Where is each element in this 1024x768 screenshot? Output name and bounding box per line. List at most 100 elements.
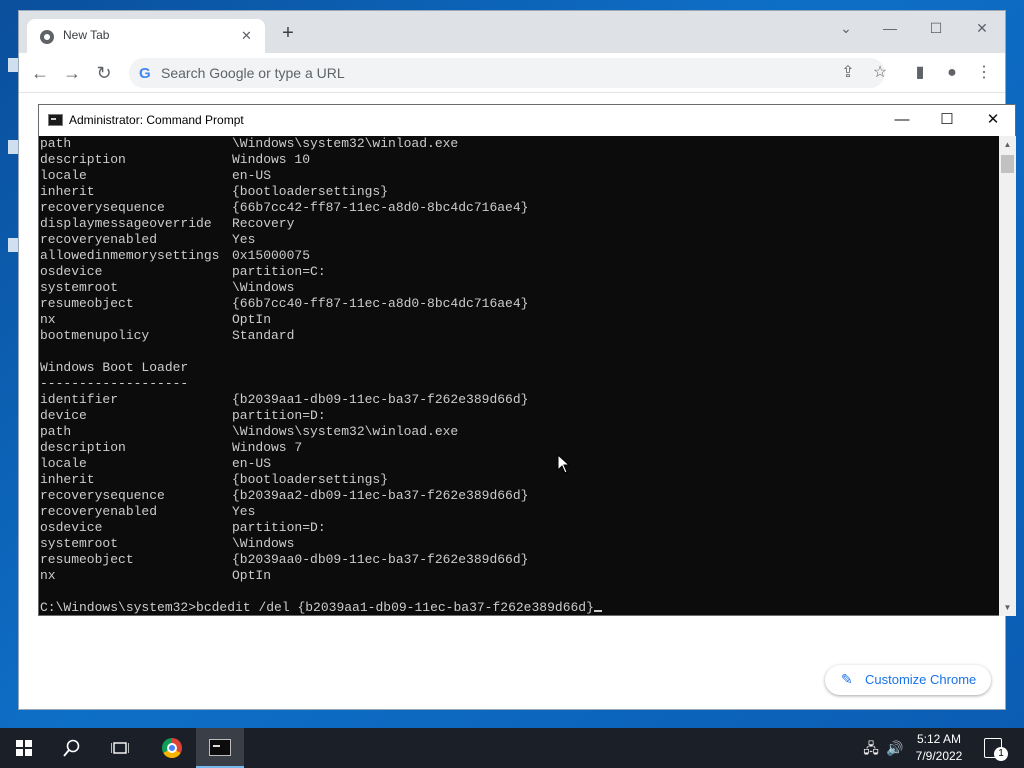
console-key: systemroot: [40, 280, 119, 295]
console-line: locale en-US: [40, 168, 998, 184]
start-button[interactable]: [0, 728, 48, 768]
console-line: displaymessageoverride Recovery: [40, 216, 998, 232]
console-value: {b2039aa0-db09-11ec-ba37-f262e389d66d}: [232, 552, 529, 567]
taskbar-clock[interactable]: 5:12 AM 7/9/2022: [908, 731, 970, 765]
console-key: resumeobject: [40, 296, 134, 311]
new-tab-button[interactable]: +: [277, 23, 299, 45]
volume-icon[interactable]: 🔊: [884, 728, 906, 768]
text-cursor: [593, 610, 602, 612]
console-value: Windows 7: [232, 440, 303, 455]
console-key: osdevice: [40, 520, 103, 535]
console-value: partition=C:: [232, 264, 326, 279]
customize-chrome-label: Customize Chrome: [865, 672, 977, 687]
notification-count-badge: 1: [994, 747, 1008, 761]
cmd-title-bar[interactable]: Administrator: Command Prompt — ☐ ✕: [39, 105, 1015, 136]
tab-close-icon[interactable]: ✕: [241, 28, 252, 44]
tab-title: New Tab: [63, 28, 110, 42]
console-key: resumeobject: [40, 552, 134, 567]
chrome-tab-bar: New Tab ✕ + ⌄ — ☐ ✕: [19, 11, 1005, 53]
cmd-maximize-button[interactable]: ☐: [932, 109, 962, 131]
chrome-icon: [162, 738, 182, 758]
console-value: Windows 10: [232, 152, 311, 167]
back-arrow-icon[interactable]: ←: [29, 62, 51, 84]
console-key: path: [40, 136, 72, 151]
command-prompt-text: C:\Windows\system32>: [40, 600, 197, 615]
console-line: osdevice partition=C:: [40, 264, 998, 280]
console-line: inherit {bootloadersettings}: [40, 184, 998, 200]
profile-avatar-icon[interactable]: ●: [941, 62, 963, 84]
command-prompt-icon: [209, 739, 231, 756]
windows-start-icon: [16, 740, 32, 756]
google-g-icon: G: [139, 65, 151, 82]
console-line: resumeobject {b2039aa0-db09-11ec-ba37-f26…: [40, 552, 998, 568]
cmd-close-button[interactable]: ✕: [978, 109, 1008, 131]
chrome-favicon-icon: [40, 30, 54, 44]
console-value: {66b7cc42-ff87-11ec-a8d0-8bc4dc716ae4}: [232, 200, 529, 215]
bookmark-star-icon[interactable]: ☆: [869, 62, 891, 84]
console-value: \Windows\system32\winload.exe: [232, 136, 459, 151]
console-value: Yes: [232, 504, 256, 519]
task-view-button[interactable]: [96, 728, 144, 768]
console-value: {bootloadersettings}: [232, 472, 389, 487]
scroll-down-icon[interactable]: ▼: [999, 599, 1016, 616]
typed-command[interactable]: bcdedit /del {b2039aa1-db09-11ec-ba37-f2…: [196, 600, 594, 615]
console-value: en-US: [232, 168, 272, 183]
cmd-minimize-button[interactable]: —: [887, 109, 917, 131]
console-value: Yes: [232, 232, 256, 247]
close-button[interactable]: ✕: [967, 17, 997, 39]
console-value: partition=D:: [232, 520, 326, 535]
customize-chrome-button[interactable]: ✎ Customize Chrome: [825, 665, 991, 695]
console-value: {bootloadersettings}: [232, 184, 389, 199]
console-key: -------------------: [40, 376, 189, 391]
console-value: {66b7cc40-ff87-11ec-a8d0-8bc4dc716ae4}: [232, 296, 529, 311]
desktop-icon-fragment[interactable]: [8, 238, 18, 252]
console-line: recoverysequence {66b7cc42-ff87-11ec-a8d0…: [40, 200, 998, 216]
network-icon[interactable]: 🖧: [860, 728, 882, 768]
scroll-thumb[interactable]: [1001, 155, 1014, 173]
console-line: Windows Boot Loader: [40, 360, 998, 376]
console-line: -------------------: [40, 376, 998, 392]
cmd-scrollbar[interactable]: ▲ ▼: [999, 136, 1016, 616]
share-icon[interactable]: ⇪: [837, 62, 859, 84]
tab-new-tab[interactable]: New Tab ✕: [27, 19, 265, 53]
console-line: nx OptIn: [40, 568, 998, 584]
address-bar[interactable]: G Search Google or type a URL: [129, 58, 885, 88]
more-menu-icon[interactable]: ⋮: [973, 62, 995, 84]
console-key: osdevice: [40, 264, 103, 279]
desktop-icon-fragment[interactable]: [8, 140, 18, 154]
task-view-icon: [111, 742, 129, 754]
taskbar-cmd-button[interactable]: [196, 728, 244, 768]
console-key: inherit: [40, 184, 95, 199]
reload-icon[interactable]: ↻: [93, 62, 115, 84]
console-key: recoverysequence: [40, 488, 165, 503]
forward-arrow-icon[interactable]: →: [61, 62, 83, 84]
taskbar: 🖧 🔊 5:12 AM 7/9/2022 1: [0, 728, 1024, 768]
console-value: OptIn: [232, 312, 272, 327]
minimize-button[interactable]: —: [875, 17, 905, 39]
console-output[interactable]: path \Windows\system32\winload.exe descrip…: [40, 136, 998, 616]
clock-time: 5:12 AM: [916, 732, 962, 746]
scroll-up-icon[interactable]: ▲: [999, 136, 1016, 153]
desktop-icon-fragment[interactable]: [8, 58, 18, 72]
console-line: recoverysequence {b2039aa2-db09-11ec-ba37…: [40, 488, 998, 504]
command-prompt-icon: [48, 114, 63, 126]
console-key: device: [40, 408, 87, 423]
chevron-down-icon[interactable]: ⌄: [831, 17, 861, 39]
command-input-line[interactable]: C:\Windows\system32>bcdedit /del {b2039a…: [40, 600, 998, 616]
mouse-cursor-icon: [557, 454, 569, 474]
search-button[interactable]: [48, 728, 96, 768]
console-key: description: [40, 152, 126, 167]
console-key: path: [40, 424, 72, 439]
console-line: locale en-US: [40, 456, 998, 472]
console-key: recoveryenabled: [40, 504, 158, 519]
console-key: nx: [40, 312, 56, 327]
maximize-button[interactable]: ☐: [921, 17, 951, 39]
taskbar-chrome-button[interactable]: [148, 728, 196, 768]
search-icon: [63, 739, 80, 757]
console-key: bootmenupolicy: [40, 328, 150, 343]
pencil-icon: ✎: [841, 671, 853, 687]
console-value: \Windows: [232, 536, 295, 551]
console-key: identifier: [40, 392, 119, 407]
side-panel-icon[interactable]: ▮: [909, 62, 931, 84]
